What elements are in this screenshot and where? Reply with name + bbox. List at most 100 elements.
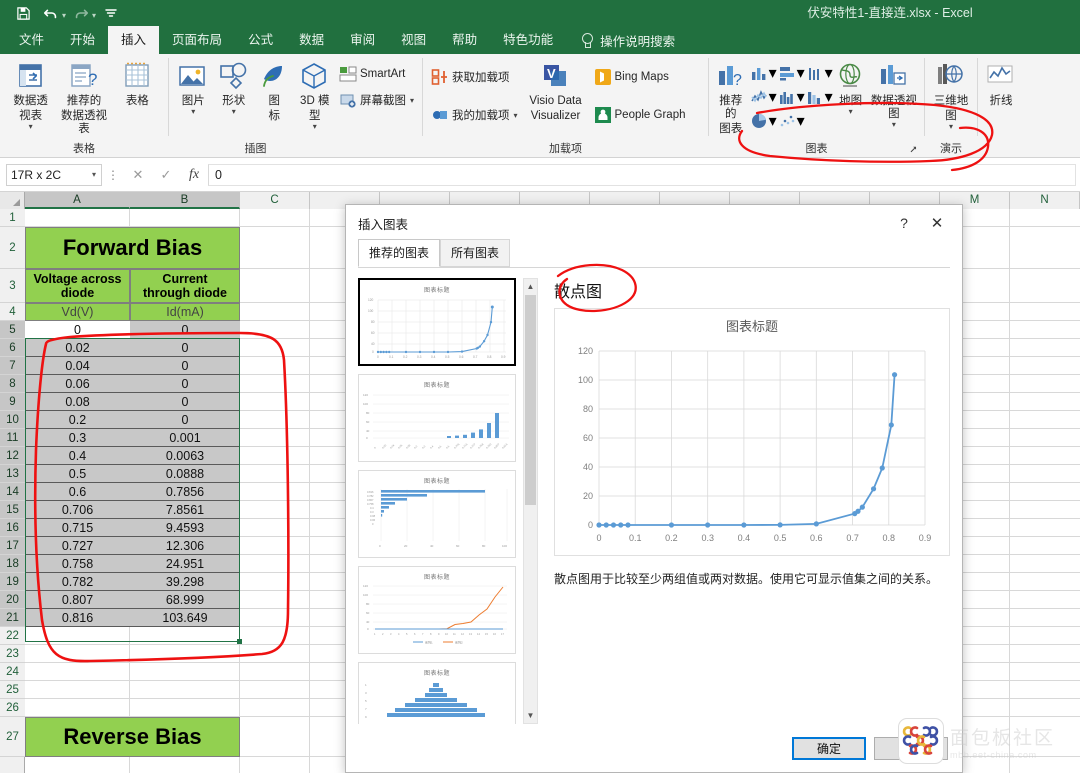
cell-a21[interactable]: 0.816 [25,609,130,626]
selection-fill-handle[interactable] [237,639,242,644]
cell-b20[interactable]: 68.999 [130,591,240,608]
row-header-16[interactable]: 16 [0,519,25,537]
cell-b11[interactable]: 0.001 [130,429,240,446]
row-header-26[interactable]: 26 [0,699,25,717]
map-chart-caret-icon[interactable]: ▾ [849,108,853,116]
cell-b10[interactable]: 0 [130,411,240,428]
row-header-11[interactable]: 11 [0,429,25,447]
scrollbar-thumb[interactable] [525,295,536,505]
pivot-table-caret-icon[interactable]: ▾ [29,123,33,131]
row-header-18[interactable]: 18 [0,555,25,573]
line-chart-button[interactable]: ▾ [750,87,777,107]
row-header-24[interactable]: 24 [0,663,25,681]
thumbnail-scrollbar[interactable]: ▲ ▼ [523,278,538,724]
redo-dropdown-icon[interactable]: ▾ [92,11,96,20]
stock-chart-caret-icon[interactable]: ▾ [825,63,833,83]
3d-map-caret-icon[interactable]: ▾ [949,123,953,131]
pivot-chart-caret-icon[interactable]: ▾ [892,121,896,129]
confirm-entry-icon[interactable]: ✓ [152,167,180,183]
cell-a17[interactable]: 0.727 [25,537,130,554]
cell-a14[interactable]: 0.6 [25,483,130,500]
undo-icon[interactable] [38,2,64,24]
cancel-entry-icon[interactable]: ✕ [124,167,152,183]
close-icon[interactable]: ✕ [920,214,954,232]
icons-button[interactable]: 图 标 [255,57,294,123]
chart-thumbnail-funnel[interactable]: 图表标题 1 3 5 7 9 [358,662,516,724]
column-header-b[interactable]: B [130,192,240,209]
table-button[interactable]: 表格 [112,57,163,108]
cell-b13[interactable]: 0.0888 [130,465,240,482]
row-header-27[interactable]: 27 [0,717,25,757]
3d-model-caret-icon[interactable]: ▾ [313,123,317,131]
row-header-12[interactable]: 12 [0,447,25,465]
tab-help[interactable]: 帮助 [439,26,490,54]
tab-page-layout[interactable]: 页面布局 [159,26,235,54]
tell-me-search[interactable]: 操作说明搜索 [566,26,675,54]
3d-map-button[interactable]: 三维地 图 ▾ [930,57,972,131]
cell-b6[interactable]: 0 [130,339,240,356]
sparkline-line-button[interactable]: 折线 [983,57,1019,108]
pivot-chart-button[interactable]: 数据透视图 ▾ [869,57,919,129]
chart-thumbnail-line[interactable]: 图表标题 120 100 80 60 40 0 1 2 3 4 5 6 7 8 … [358,566,516,654]
cell-b14[interactable]: 0.7856 [130,483,240,500]
chart-thumbnail-column[interactable]: 图表标题 120 100 80 60 40 0 0 0.02 0.04 0.06… [358,374,516,462]
select-all-corner[interactable] [0,192,25,209]
cell-b18[interactable]: 24.951 [130,555,240,572]
people-graph-button[interactable]: People Graph [591,103,689,127]
shapes-button[interactable]: 形状 ▾ [215,57,254,116]
cell-b9[interactable]: 0 [130,393,240,410]
row-header-1[interactable]: 1 [0,209,25,227]
waterfall-caret-icon[interactable]: ▾ [825,87,833,107]
cell-a9[interactable]: 0.08 [25,393,130,410]
tab-featured[interactable]: 特色功能 [490,26,566,54]
row-header-15[interactable]: 15 [0,501,25,519]
cell-a13[interactable]: 0.5 [25,465,130,482]
cell-b16[interactable]: 9.4593 [130,519,240,536]
shapes-caret-icon[interactable]: ▾ [232,108,236,116]
column-chart-caret-icon[interactable]: ▾ [769,63,777,83]
row-header-17[interactable]: 17 [0,537,25,555]
tab-home[interactable]: 开始 [57,26,108,54]
reverse-bias-banner[interactable]: Reverse Bias [25,717,240,757]
save-icon[interactable] [10,2,36,24]
row-header-20[interactable]: 20 [0,591,25,609]
my-addins-caret-icon[interactable]: ▾ [514,111,518,120]
cell-b5[interactable]: 0 [130,321,240,338]
cell-a19[interactable]: 0.782 [25,573,130,590]
cell-a5[interactable]: 0 [25,321,130,338]
row-header-21[interactable]: 21 [0,609,25,627]
undo-dropdown-icon[interactable]: ▾ [62,11,66,20]
cell-a11[interactable]: 0.3 [25,429,130,446]
smartart-button[interactable]: SmartArt [336,62,417,86]
cell-b19[interactable]: 39.298 [130,573,240,590]
cell-a18[interactable]: 0.758 [25,555,130,572]
scatter-chart-caret-icon[interactable]: ▾ [797,111,805,131]
row-header-22[interactable]: 22 [0,627,25,645]
cell-a10[interactable]: 0.2 [25,411,130,428]
chevron-up-icon[interactable]: ▲ [524,279,537,294]
row-header-19[interactable]: 19 [0,573,25,591]
recommended-charts-button[interactable]: ? 推荐的 图表 [714,57,748,136]
column-chart-button[interactable]: ▾ [750,63,777,83]
pivot-table-button[interactable]: 数据透 视表 ▾ [5,57,56,131]
column-header-n[interactable]: N [1010,192,1080,209]
row-header-4[interactable]: 4 [0,303,25,321]
formula-input[interactable]: 0 [208,163,1076,186]
cell-b12[interactable]: 0.0063 [130,447,240,464]
forward-bias-unit-id[interactable]: Id(mA) [130,303,240,321]
row-header-6[interactable]: 6 [0,339,25,357]
stock-chart-button[interactable]: ▾ [806,63,833,83]
screenshot-button[interactable]: 屏幕截图 ▾ [336,88,417,112]
chart-thumbnail-bar[interactable]: 图表标题 0.816 0.782 0.807 0.758 0.4 0.3 0.0… [358,470,516,558]
cell-a7[interactable]: 0.04 [25,357,130,374]
tab-view[interactable]: 视图 [388,26,439,54]
bar-chart-button[interactable]: ▾ [778,63,805,83]
cell-a6[interactable]: 0.02 [25,339,130,356]
row-header-8[interactable]: 8 [0,375,25,393]
picture-caret-icon[interactable]: ▾ [191,108,195,116]
row-header-13[interactable]: 13 [0,465,25,483]
row-header-3[interactable]: 3 [0,269,25,303]
redo-icon[interactable] [68,2,94,24]
picture-button[interactable]: 图片 ▾ [174,57,213,116]
row-header-25[interactable]: 25 [0,681,25,699]
